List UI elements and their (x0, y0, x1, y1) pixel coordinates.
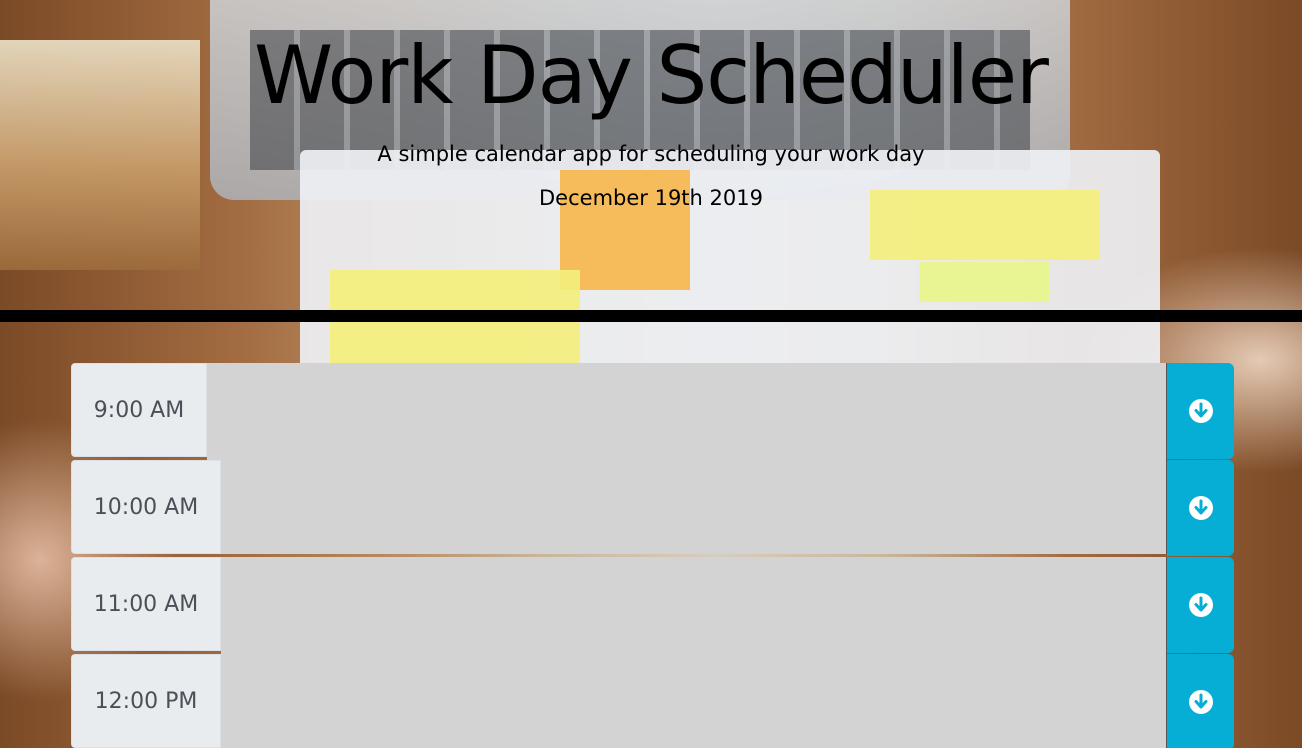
time-block-row: 10:00 AM (71, 460, 1234, 556)
save-button[interactable] (1167, 654, 1234, 748)
time-block-row: 12:00 PM (71, 654, 1234, 748)
save-button[interactable] (1167, 557, 1234, 653)
save-button[interactable] (1167, 460, 1234, 556)
hour-label: 11:00 AM (71, 557, 221, 651)
time-block-row: 9:00 AM (71, 363, 1234, 554)
current-day: December 19th 2019 (539, 186, 763, 210)
arrow-circle-down-icon (1188, 399, 1213, 423)
page-header: Work Day Scheduler A simple calendar app… (0, 0, 1302, 310)
hour-label: 12:00 PM (71, 654, 221, 748)
arrow-circle-down-icon (1188, 690, 1213, 714)
hour-label: 9:00 AM (71, 363, 207, 457)
header-divider (0, 310, 1302, 322)
schedule-container: 9:00 AM 10:00 AM 11:00 AM 12:00 PM (71, 363, 1234, 748)
save-button[interactable] (1167, 363, 1234, 459)
hour-label: 10:00 AM (71, 460, 221, 554)
arrow-circle-down-icon (1188, 593, 1213, 617)
arrow-circle-down-icon (1188, 496, 1213, 520)
page-title: Work Day Scheduler (254, 29, 1049, 122)
time-block-row: 11:00 AM (71, 557, 1234, 748)
page-subtitle: A simple calendar app for scheduling you… (377, 142, 925, 166)
